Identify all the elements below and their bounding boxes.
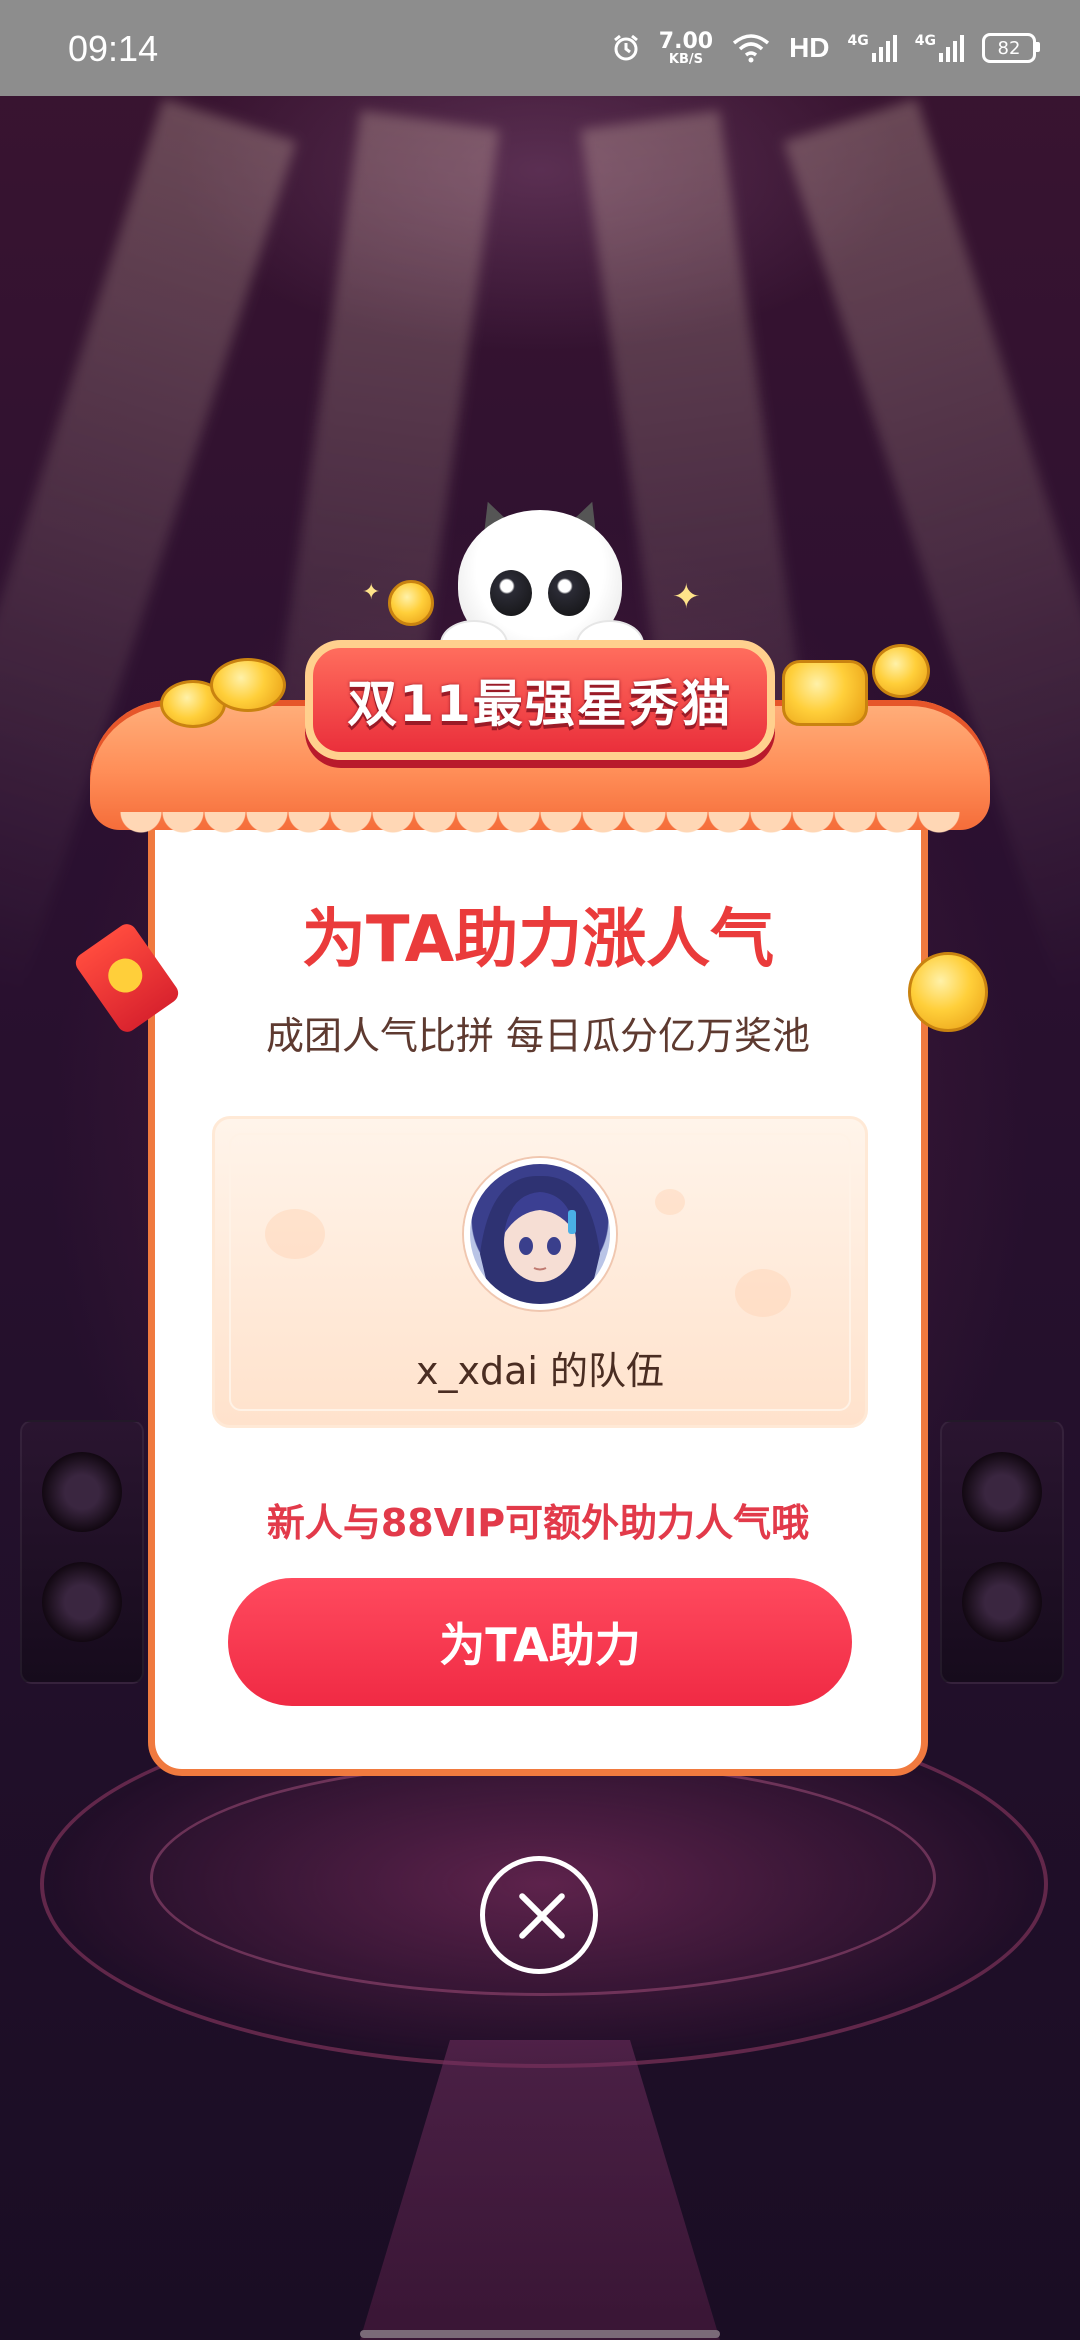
coin-decoration — [388, 580, 434, 626]
sparkle-icon: ✦ — [362, 580, 381, 605]
home-indicator — [360, 2330, 720, 2338]
team-name: x_xdai 的队伍 — [415, 1349, 665, 1393]
help-popup: 双11最强星秀猫 ✦ ✦ 为TA助力涨人气 成团人气比拼 每日瓜分亿万奖池 x_… — [0, 0, 1080, 2340]
close-icon[interactable] — [480, 1856, 598, 1974]
avatar-image — [480, 1175, 600, 1304]
paw-decoration — [655, 1189, 685, 1215]
awning-scallop — [120, 812, 960, 846]
event-banner: 双11最强星秀猫 — [305, 640, 775, 760]
coin-decoration — [872, 644, 930, 698]
coin-decoration — [210, 658, 286, 712]
help-button[interactable]: 为TA助力 — [228, 1578, 852, 1706]
banner-title: 双11最强星秀猫 — [347, 675, 733, 733]
bonus-hint: 新人与88VIP可额外助力人气哦 — [266, 1501, 810, 1545]
cat-eye — [490, 570, 532, 616]
avatar — [464, 1158, 616, 1310]
coin-stack — [782, 660, 868, 726]
popup-subtitle: 成团人气比拼 每日瓜分亿万奖池 — [265, 1014, 811, 1058]
paw-decoration — [265, 1209, 325, 1259]
cat-eye — [548, 570, 590, 616]
popup-title: 为TA助力涨人气 — [301, 903, 775, 977]
sparkle-icon: ✦ — [672, 577, 701, 617]
paw-decoration — [735, 1269, 791, 1317]
